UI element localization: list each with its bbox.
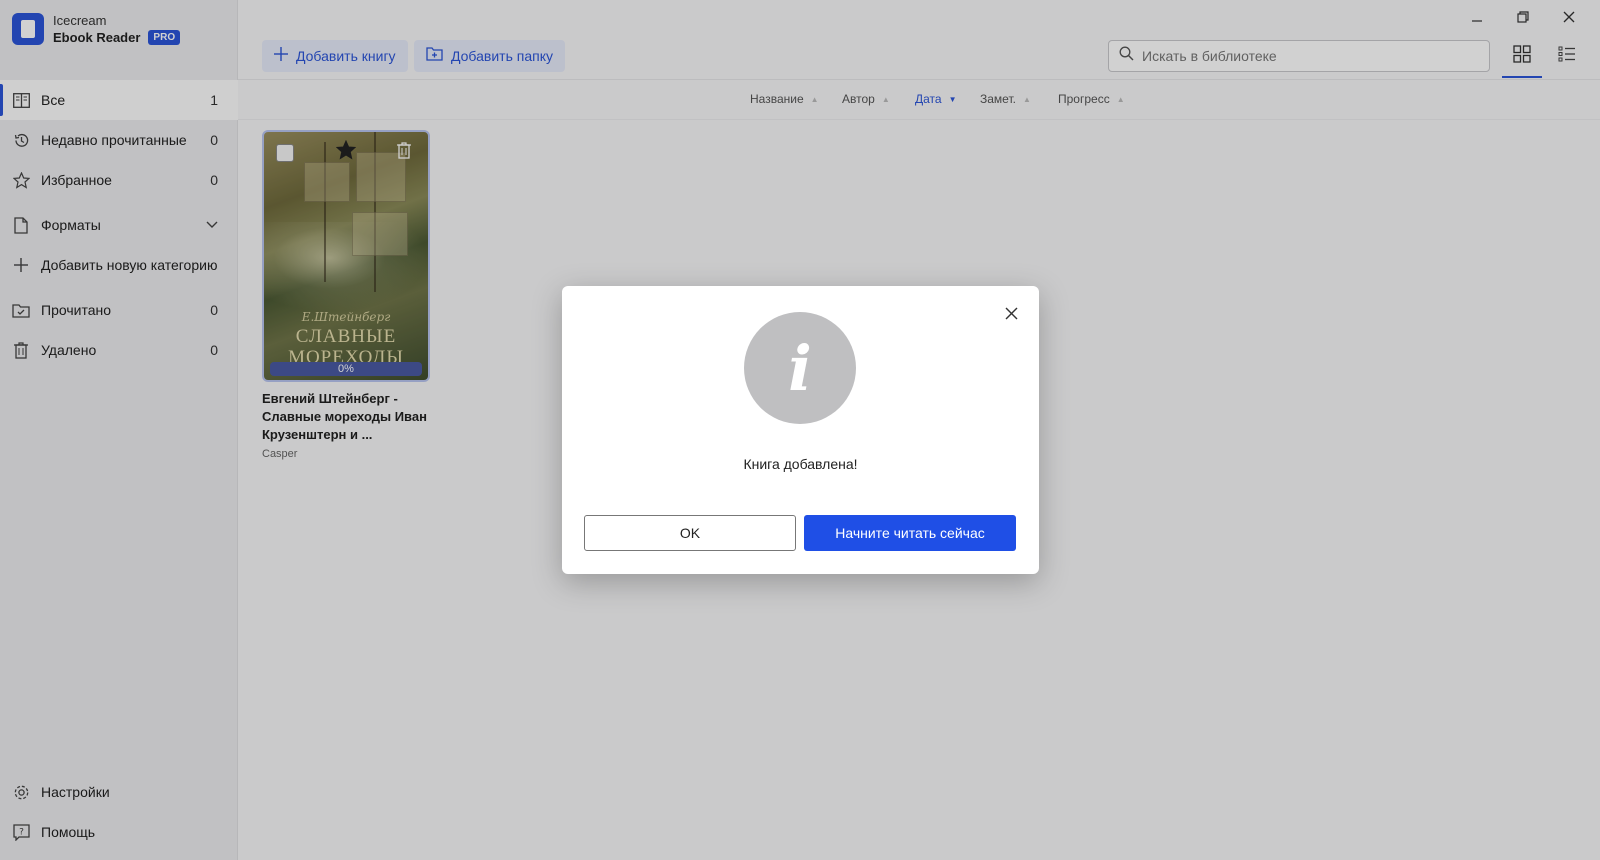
close-icon: [1005, 304, 1018, 325]
dialog-close-button[interactable]: [1001, 304, 1021, 324]
start-reading-button[interactable]: Начните читать сейчас: [804, 515, 1016, 551]
book-added-dialog: i Книга добавлена! OK Начните читать сей…: [562, 286, 1039, 574]
ok-button[interactable]: OK: [584, 515, 796, 551]
dialog-message: Книга добавлена!: [743, 456, 858, 472]
info-icon: i: [744, 312, 856, 424]
